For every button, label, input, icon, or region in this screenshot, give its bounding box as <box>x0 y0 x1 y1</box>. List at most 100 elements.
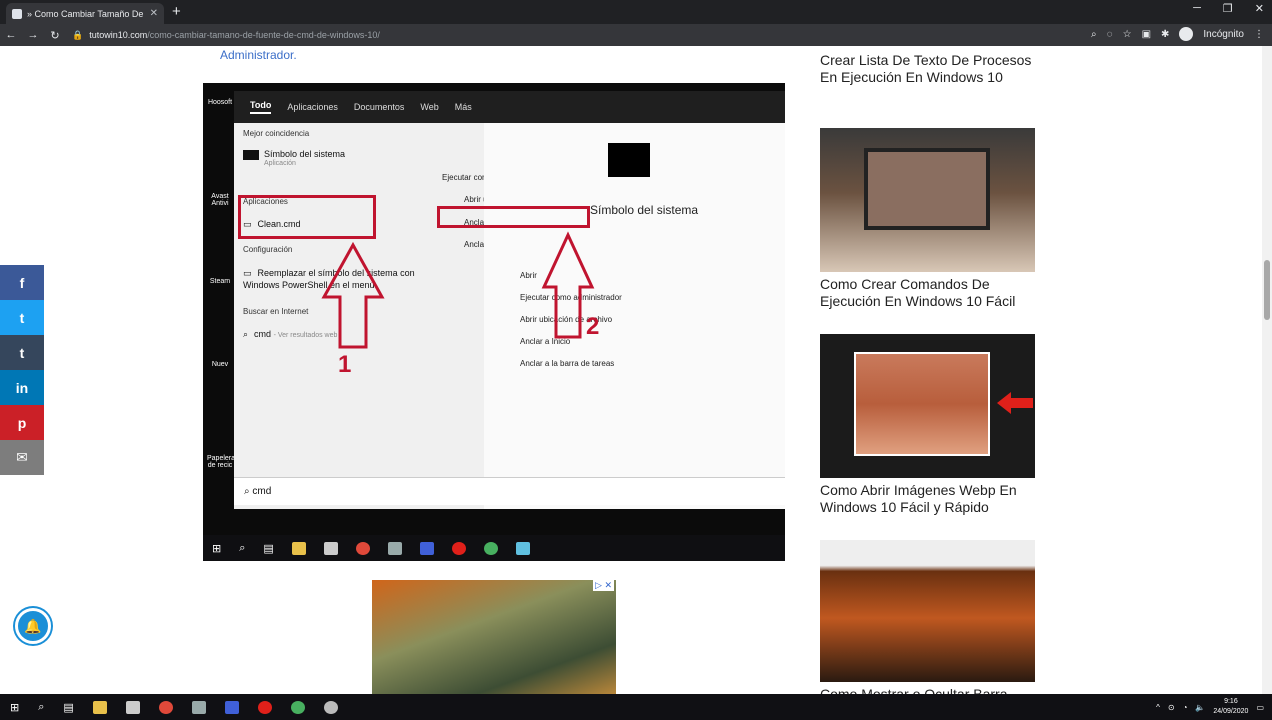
clock-time: 9:16 <box>1224 698 1238 705</box>
admin-link[interactable]: Administrador. <box>220 48 297 62</box>
scrollbar-thumb[interactable] <box>1264 260 1270 320</box>
pinterest-icon: p <box>17 414 27 431</box>
opera-icon[interactable] <box>257 700 272 714</box>
step-number-1: 1 <box>338 351 352 378</box>
eye-off-icon[interactable]: ◌ <box>1107 29 1113 40</box>
best-match-header: Mejor coincidencia <box>243 129 310 138</box>
search-icon: ⌕ <box>239 541 246 554</box>
lock-icon: 🔒 <box>72 29 84 40</box>
tumblr-icon: t <box>19 344 25 361</box>
app-icon <box>419 541 434 555</box>
action-pin-taskbar[interactable]: Anclar a la barra de tareas <box>520 359 614 368</box>
desktop-icon: Hoosoft <box>207 99 233 106</box>
linkedin-icon: in <box>15 379 29 396</box>
pinterest-share-button[interactable]: p <box>0 405 44 440</box>
related-post-thumbnail[interactable] <box>820 540 1035 682</box>
config-header: Configuración <box>243 245 293 254</box>
task-view-icon[interactable]: ▤ <box>63 701 73 714</box>
twitter-share-button[interactable]: t <box>0 300 44 335</box>
extension-icon[interactable]: ▣ <box>1142 29 1151 40</box>
clock-date: 24/09/2020 <box>1213 708 1249 715</box>
chevron-up-icon[interactable]: ^ <box>1156 703 1160 712</box>
forward-icon[interactable]: → <box>22 29 44 41</box>
system-clock[interactable]: 9:16 24/09/2020 <box>1213 697 1248 717</box>
back-icon[interactable]: ← <box>0 29 22 41</box>
app-icon <box>515 541 530 555</box>
minimize-icon[interactable]: ─ <box>1193 2 1201 15</box>
page-scrollbar[interactable] <box>1262 46 1272 694</box>
red-arrow-icon <box>997 392 1033 414</box>
menu-icon[interactable]: ⋮ <box>1254 29 1264 40</box>
wifi-icon[interactable]: ◔ <box>1183 703 1188 712</box>
linkedin-share-button[interactable]: in <box>0 370 44 405</box>
folder-icon[interactable] <box>92 700 107 714</box>
tab-web[interactable]: Web <box>420 102 438 112</box>
app-icon <box>483 541 498 555</box>
web-page: Administrador. Hoosoft Avast Antivi Stea… <box>0 46 1272 694</box>
screenshot-taskbar: ⊞ ⌕ ▤ <box>203 535 785 561</box>
ad-close-icon[interactable]: ▷ ✕ <box>593 580 614 591</box>
related-post-title[interactable]: Crear Lista De Texto De Procesos En Ejec… <box>820 52 1035 86</box>
detail-title: Símbolo del sistema <box>590 203 699 217</box>
start-icon[interactable]: ⊞ <box>10 701 19 714</box>
close-window-icon[interactable]: ✕ <box>1255 2 1264 15</box>
url-path: /como-cambiar-tamano-de-fuente-de-cmd-de… <box>147 30 380 40</box>
new-tab-button[interactable]: + <box>172 3 181 20</box>
tab-aplicaciones[interactable]: Aplicaciones <box>287 102 338 112</box>
tumblr-share-button[interactable]: t <box>0 335 44 370</box>
search-text: cmd <box>252 486 272 497</box>
best-match-sub: Aplicación <box>264 159 296 167</box>
close-tab-icon[interactable]: ✕ <box>150 8 158 19</box>
browser-titlebar: » Como Cambiar Tamaño De Fu ✕ + ─ ❐ ✕ <box>0 0 1272 24</box>
arrow-up-1 <box>321 241 385 349</box>
bookmark-star-icon[interactable]: ☆ <box>1123 29 1132 40</box>
tab-title: » Como Cambiar Tamaño De Fu <box>27 8 145 19</box>
volume-icon[interactable]: 🔈 <box>1195 703 1205 712</box>
search-tabs: Todo Aplicaciones Documentos Web Más <box>234 91 785 123</box>
search-icon: ⌕ <box>243 329 249 339</box>
facebook-icon: f <box>19 274 25 291</box>
maximize-icon[interactable]: ❐ <box>1223 2 1233 15</box>
search-icon[interactable]: ⌕ <box>38 701 44 714</box>
browser-tab[interactable]: » Como Cambiar Tamaño De Fu ✕ <box>6 3 164 24</box>
reload-icon[interactable]: ↻ <box>44 29 66 42</box>
zoom-icon[interactable]: ⌕ <box>1091 29 1097 40</box>
twitter-icon: t <box>19 309 25 326</box>
app-icon[interactable] <box>191 700 206 714</box>
facebook-share-button[interactable]: f <box>0 265 44 300</box>
tab-documentos[interactable]: Documentos <box>354 102 405 112</box>
chrome-active-icon[interactable] <box>290 700 305 714</box>
opera-icon <box>451 541 466 555</box>
highlight-best-match <box>238 195 376 239</box>
notifications-icon[interactable]: ▭ <box>1256 703 1264 712</box>
desktop-icon: Avast Antivi <box>211 193 229 207</box>
address-bar[interactable]: 🔒 tutowin10.com/como-cambiar-tamano-de-f… <box>72 26 1072 44</box>
related-post-title[interactable]: Como Crear Comandos De Ejecución En Wind… <box>820 276 1035 310</box>
related-post-title[interactable]: Como Mostrar o Ocultar Barra <box>820 686 1035 694</box>
puzzle-icon[interactable]: ✱ <box>1161 29 1169 40</box>
chrome-icon <box>355 541 370 555</box>
related-post-title[interactable]: Como Abrir Imágenes Webp En Windows 10 F… <box>820 482 1035 516</box>
email-icon: ✉ <box>16 449 28 465</box>
tab-todo[interactable]: Todo <box>250 100 272 114</box>
ad-banner[interactable]: ▷ ✕ <box>372 580 616 694</box>
chrome-icon[interactable] <box>158 700 173 714</box>
store-icon[interactable] <box>125 700 140 714</box>
app-icon <box>387 541 402 555</box>
app-icon[interactable] <box>323 700 338 714</box>
tab-favicon-icon <box>12 8 22 19</box>
cmd-tile-icon <box>243 149 259 160</box>
incognito-icon <box>1179 27 1194 41</box>
notification-bell-button[interactable]: 🔔 <box>15 608 51 644</box>
related-post-thumbnail[interactable] <box>820 334 1035 478</box>
email-share-button[interactable]: ✉ <box>0 440 44 475</box>
best-match-item[interactable]: Símbolo del sistema Aplicación <box>243 149 345 167</box>
action-open[interactable]: Abrir <box>520 271 537 280</box>
app-icon[interactable] <box>224 700 239 714</box>
search-box[interactable]: ⌕ cmd <box>234 477 785 505</box>
tab-mas[interactable]: Más <box>455 102 472 112</box>
related-post-thumbnail[interactable] <box>820 128 1035 272</box>
toolbar-actions: ⌕ ◌ ☆ ▣ ✱ Incógnito ⋮ <box>1091 27 1264 41</box>
url-host: tutowin10.com <box>89 30 148 40</box>
network-icon[interactable]: ⊙ <box>1168 703 1175 712</box>
